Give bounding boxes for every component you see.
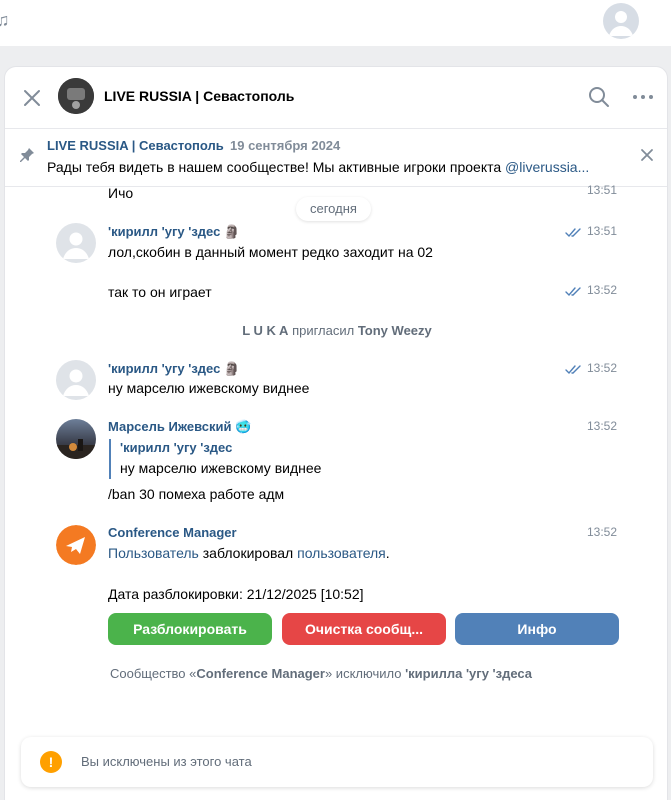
service-target[interactable]: 'кирилла 'угу 'здеса [405,666,532,681]
close-pinned-icon[interactable] [639,147,655,163]
message-author[interactable]: 'кирилл 'угу 'здес 🗿 [108,361,240,377]
pin-icon [19,147,35,163]
music-note-icon[interactable]: ♫ [0,10,10,30]
close-icon[interactable] [21,87,43,109]
avatar[interactable] [56,360,96,400]
service-message: L U K A пригласил Tony Weezy [242,323,432,338]
service-community[interactable]: Conference Manager [196,666,325,681]
search-icon[interactable] [587,85,611,109]
service-actor[interactable]: L U K A [242,323,288,338]
clear-messages-button[interactable]: Очистка сообщ... [282,613,446,645]
message-text: лол,скобин в данный момент редко заходит… [108,244,433,260]
message-text: /ban 30 помеха работе адм [108,486,285,502]
top-bar: ♫ [0,0,671,46]
user-link[interactable]: Пользователь [108,545,199,561]
chat-avatar[interactable] [58,78,94,114]
info-icon: ! [40,751,62,773]
double-check-icon [565,365,581,375]
notice-text: Вы исключены из этого чата [81,754,252,769]
conference-manager-avatar[interactable] [56,525,96,565]
message-time: 13:52 [587,525,618,539]
avatar[interactable] [56,419,96,459]
user-link[interactable]: пользователя [297,545,386,561]
message-author[interactable]: 'кирилл 'угу 'здес 🗿 [108,224,240,240]
chat-title[interactable]: LIVE RUSSIA | Севастополь [104,88,294,104]
double-check-icon [565,228,581,238]
avatar[interactable] [56,223,96,263]
message-text: Пользователь заблокировал пользователя. [108,545,390,561]
excluded-notice: ! Вы исключены из этого чата [21,737,653,787]
chat-header: LIVE RUSSIA | Севастополь [5,67,667,129]
pinned-date: 19 сентября 2024 [230,138,341,153]
quote-author: 'кирилл 'угу 'здес [120,440,233,455]
message-time: 13:52 [587,361,618,375]
message-time: 13:52 [587,419,618,433]
quote-text: ну марселю ижевскому виднее [120,460,322,476]
pinned-text: Рады тебя видеть в нашем сообществе! Мы … [47,159,590,175]
message-text: Ичо [108,185,134,201]
user-avatar[interactable] [603,3,639,39]
double-check-icon [565,287,581,297]
message-text: так то он играет [108,284,212,300]
reply-quote[interactable]: 'кирилл 'угу 'здес ну марселю ижевскому … [109,439,321,479]
info-button[interactable]: Инфо [455,613,619,645]
service-message: Сообщество «Conference Manager» исключил… [110,666,533,681]
more-horizontal-icon[interactable] [631,85,655,109]
date-divider: сегодня [296,197,371,221]
message-time: 13:51 [587,224,618,238]
pinned-mention-link[interactable]: @liverussia... [505,159,589,175]
message-time: 13:51 [587,183,618,197]
pinned-message[interactable]: LIVE RUSSIA | Севастополь 19 сентября 20… [5,129,667,187]
message-text: ну марселю ижевскому виднее [108,380,310,396]
pinned-author[interactable]: LIVE RUSSIA | Севастополь [47,138,224,153]
unblock-date-text: Дата разблокировки: 21/12/2025 [10:52] [108,586,364,602]
message-author[interactable]: Conference Manager [108,525,237,540]
service-target[interactable]: Tony Weezy [358,323,432,338]
message-author[interactable]: Марсель Ижевский 🥶 [108,419,251,435]
message-list[interactable]: Ичо 13:51 сегодня 'кирилл 'угу 'здес 🗿 л… [5,183,667,735]
unblock-button[interactable]: Разблокировать [108,613,272,645]
message-time: 13:52 [587,283,618,297]
chat-panel: LIVE RUSSIA | Севастополь LIVE RUSSIA | … [4,66,668,800]
